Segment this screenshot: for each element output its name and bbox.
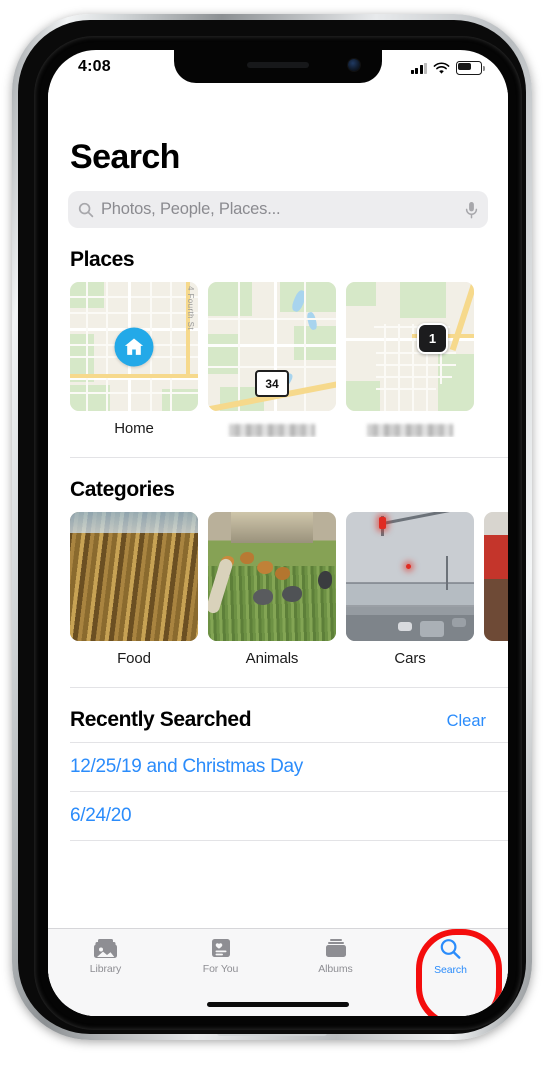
screenshot-root: 4:08 Search Photos, People, Places... Pl… [0, 0, 544, 1080]
magnifier-icon [440, 939, 461, 959]
place-label-redacted [229, 424, 315, 437]
house-glyph-icon [124, 338, 144, 355]
place-map-thumbnail: 4 Fourth St [70, 282, 198, 411]
battery-icon [456, 61, 485, 75]
place-tile[interactable]: 4 Fourth St Home [70, 282, 198, 437]
partial-red-photo [484, 512, 508, 641]
device-screen: 4:08 Search Photos, People, Places... Pl… [48, 50, 508, 1016]
categories-section: Categories Food Animals Cars [48, 478, 508, 667]
places-title: Places [70, 248, 135, 271]
section-divider [70, 687, 508, 688]
map-graphic: 34 [208, 282, 336, 411]
search-input[interactable]: Photos, People, Places... [68, 191, 488, 228]
albums-folder-icon [325, 939, 346, 957]
places-row[interactable]: 4 Fourth St Home 34 1 [48, 272, 508, 437]
front-camera-icon [348, 59, 360, 71]
place-label-redacted [367, 424, 453, 437]
app-content: Search Photos, People, Places... Places … [48, 90, 508, 1016]
recent-search-item[interactable]: 6/24/20 [48, 792, 508, 840]
tab-library[interactable]: Library [48, 938, 163, 975]
recently-searched-section: Recently Searched Clear 12/25/19 and Chr… [48, 708, 508, 841]
home-indicator[interactable] [207, 1002, 349, 1007]
microphone-icon[interactable] [465, 201, 478, 219]
category-tile[interactable]: Cars [346, 512, 474, 667]
tab-for-you[interactable]: For You [163, 938, 278, 975]
clear-button[interactable]: Clear [447, 712, 486, 731]
tab-label: Albums [318, 963, 353, 975]
category-tile[interactable]: Food [70, 512, 198, 667]
places-section: Places 4 Fourth St Home 34 1 [48, 248, 508, 437]
recent-search-item[interactable]: 12/25/19 and Christmas Day [48, 743, 508, 791]
category-tile[interactable]: Animals [208, 512, 336, 667]
home-pin-icon [114, 327, 154, 366]
device-inner-shell: 4:08 Search Photos, People, Places... Pl… [18, 20, 526, 1034]
earpiece-speaker-icon [247, 62, 309, 68]
iphone-device-frame: 4:08 Search Photos, People, Places... Pl… [12, 14, 532, 1040]
search-icon [78, 202, 94, 217]
tab-albums[interactable]: Albums [278, 938, 393, 975]
row-divider [70, 840, 508, 841]
category-thumbnail [346, 512, 474, 641]
categories-header: Categories [48, 478, 508, 502]
categories-row[interactable]: Food Animals Cars [48, 502, 508, 667]
map-street-label: 4 Fourth St [186, 286, 195, 330]
device-bezel: 4:08 Search Photos, People, Places... Pl… [34, 36, 522, 1030]
section-divider [70, 457, 508, 458]
wifi-icon [433, 61, 450, 74]
map-graphic: 4 Fourth St [70, 282, 198, 411]
categories-title: Categories [70, 478, 175, 501]
category-label: Cars [394, 650, 426, 667]
status-time: 4:08 [78, 58, 111, 75]
highway-shield-icon: 34 [255, 370, 289, 397]
category-thumbnail [208, 512, 336, 641]
places-header: Places [48, 248, 508, 272]
chickens-in-yard-photo [208, 512, 336, 641]
place-map-thumbnail: 1 [346, 282, 474, 411]
tab-label: Search [434, 964, 467, 976]
corn-field-photo [70, 512, 198, 641]
search-placeholder: Photos, People, Places... [101, 200, 281, 218]
place-label: Home [114, 420, 154, 437]
place-tile[interactable]: 1 [346, 282, 474, 437]
tab-search[interactable]: Search [393, 929, 508, 1016]
category-label: Animals [245, 650, 299, 667]
photo-stack-icon [94, 939, 117, 958]
tab-label: Library [89, 963, 122, 975]
status-indicators [410, 61, 485, 75]
category-thumbnail [484, 512, 508, 641]
category-tile[interactable] [484, 512, 508, 667]
recently-searched-title: Recently Searched [70, 708, 252, 731]
recently-searched-header: Recently Searched Clear [48, 708, 508, 732]
tab-bar: Library For You Albums Search [48, 928, 508, 1016]
place-map-thumbnail: 34 [208, 282, 336, 411]
category-label: Food [117, 650, 151, 667]
photo-count-badge: 1 [417, 323, 448, 354]
place-tile[interactable]: 34 [208, 282, 336, 437]
page-title: Search [70, 138, 180, 176]
street-traffic-light-photo [346, 512, 474, 641]
category-thumbnail [70, 512, 198, 641]
tab-label: For You [202, 963, 239, 975]
cellular-bars-icon [410, 62, 427, 74]
map-graphic: 1 [346, 282, 474, 411]
device-notch [174, 50, 382, 83]
heart-card-icon [211, 939, 230, 957]
